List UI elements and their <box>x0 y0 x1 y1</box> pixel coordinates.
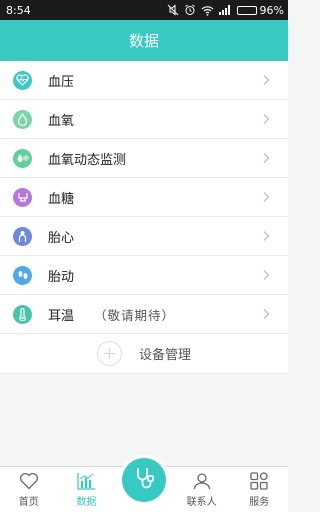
menu-item-fetal-heart[interactable]: 胎心 <box>0 217 288 256</box>
page-header: 数据 <box>0 20 288 61</box>
battery-icon <box>236 5 257 15</box>
menu-item-label: 胎心 <box>48 230 75 246</box>
tab-home[interactable]: 首页 <box>0 467 58 512</box>
mute-icon <box>167 4 179 16</box>
menu-item-label: 血压 <box>48 74 75 90</box>
page-title: 数据 <box>128 32 159 50</box>
tab-measure[interactable] <box>115 458 173 512</box>
data-menu-list: 血压 血氧 血氧动态监测 血糖 胎心 胎动 耳温 （敬请期待） 设备管理 <box>0 61 288 374</box>
chevron-right-icon <box>263 188 270 207</box>
menu-item-label: 血氧 <box>48 113 75 129</box>
chevron-right-icon <box>263 305 270 324</box>
wifi-icon <box>201 5 214 16</box>
chevron-right-icon <box>263 110 270 129</box>
heart-outline-icon <box>19 472 39 493</box>
tab-label: 服务 <box>249 497 270 508</box>
tab-services[interactable]: 服务 <box>230 467 288 512</box>
device-management-label: 设备管理 <box>138 348 191 363</box>
baby-heart-icon <box>13 226 32 246</box>
sugar-icon <box>13 187 32 207</box>
menu-item-ear-temperature[interactable]: 耳温 （敬请期待） <box>0 295 288 334</box>
coming-soon-label: （敬请期待） <box>94 307 176 323</box>
bottom-tab-bar: 首页 数据 联系人 服务 <box>0 458 288 512</box>
contacts-icon <box>192 472 212 493</box>
status-bar: 8:54 96% <box>0 0 288 20</box>
status-time: 8:54 <box>6 3 31 17</box>
thermometer-icon <box>13 304 32 324</box>
stethoscope-button[interactable] <box>121 458 166 502</box>
tab-label: 首页 <box>18 497 39 508</box>
menu-item-label: 耳温 <box>48 308 75 324</box>
bar-chart-icon <box>76 472 96 493</box>
device-management-button[interactable]: 设备管理 <box>0 334 288 374</box>
menu-item-blood-oxygen[interactable]: 血氧 <box>0 100 288 139</box>
heart-pulse-icon <box>13 70 32 90</box>
stethoscope-icon <box>131 465 157 495</box>
drop-icon <box>13 109 32 129</box>
chevron-right-icon <box>263 227 270 246</box>
chevron-right-icon <box>263 266 270 285</box>
chevron-right-icon <box>263 149 270 168</box>
drop-wave-icon <box>13 148 32 168</box>
menu-item-fetal-movement[interactable]: 胎动 <box>0 256 288 295</box>
menu-item-label: 血糖 <box>48 191 75 207</box>
menu-item-blood-sugar[interactable]: 血糖 <box>0 178 288 217</box>
alarm-icon <box>184 4 196 16</box>
status-icons: 96% <box>167 4 284 17</box>
footprint-icon <box>13 265 32 285</box>
tab-data[interactable]: 数据 <box>58 467 116 512</box>
menu-item-label: 血氧动态监测 <box>48 152 127 168</box>
signal-icon <box>218 5 232 15</box>
menu-item-label: 胎动 <box>48 269 75 285</box>
tab-contacts[interactable]: 联系人 <box>173 467 231 512</box>
tab-label: 数据 <box>76 497 97 508</box>
battery-percent: 96% <box>259 3 284 17</box>
menu-item-oxygen-dynamic-monitoring[interactable]: 血氧动态监测 <box>0 139 288 178</box>
plus-icon <box>96 341 122 366</box>
services-grid-icon <box>249 472 269 493</box>
menu-item-blood-pressure[interactable]: 血压 <box>0 61 288 100</box>
chevron-right-icon <box>263 71 270 90</box>
tab-label: 联系人 <box>186 497 217 508</box>
battery-indicator: 96% <box>236 3 284 17</box>
